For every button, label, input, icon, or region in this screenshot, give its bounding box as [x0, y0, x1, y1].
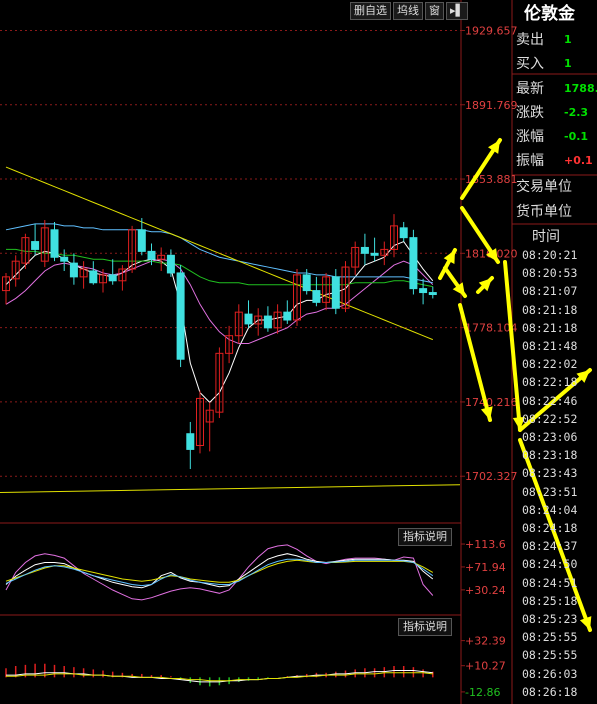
quote-row: 涨跌 -2.3 [514, 101, 597, 125]
candle-down [331, 276, 340, 309]
quote-value: +0.1 [564, 154, 593, 167]
candle-down [263, 315, 272, 329]
quote-value: -0.1 [564, 130, 589, 143]
tick-time: 08:20:21 [522, 248, 578, 262]
tick-time: 08:24:37 [522, 539, 578, 554]
y-tick-label: 1929.657 [465, 24, 518, 37]
candle-down [283, 311, 292, 321]
tick-time: 08:24:51 [522, 575, 578, 590]
tick-time: 08:21:48 [522, 339, 578, 353]
tick-time: 08:23:18 [522, 448, 578, 463]
quote-row: 卖出 1 [514, 28, 597, 52]
candle-down [186, 433, 195, 450]
tick-time: 08:26:18 [522, 684, 578, 699]
chart-canvas[interactable]: 1929.6571891.7691853.8811816.0201778.104… [0, 0, 597, 704]
tick-time: 08:26:03 [522, 666, 578, 681]
y-tick-label: +113.6 [465, 538, 506, 551]
quote-row: 振幅 +0.1 [514, 149, 597, 173]
tick-time: 08:25:55 [522, 630, 578, 645]
candle-down [147, 250, 156, 260]
y-tick-label: +71.94 [465, 561, 506, 574]
line-toggle-button[interactable]: 坞线 [393, 2, 423, 20]
instrument-title: 伦敦金 [524, 4, 575, 24]
y-tick-label: +10.27 [465, 660, 506, 673]
tick-time: 08:25:18 [522, 593, 578, 608]
candle-down [60, 256, 69, 262]
window-button[interactable]: 窗 [425, 2, 444, 20]
quote-row: 交易单位 [514, 175, 597, 199]
quote-value: 1 [564, 33, 572, 46]
tick-time: 08:22:52 [522, 411, 578, 426]
indicator-help-button-2[interactable]: 指标说明 [398, 618, 452, 636]
tick-time: 08:22:46 [522, 393, 578, 408]
quote-row: 最新 1788.2 [514, 77, 597, 101]
candle-down [312, 290, 321, 303]
quote-label: 卖出 [516, 32, 544, 48]
toolbar: 删自选 坞线 窗 ▸▌ [350, 2, 468, 20]
candle-down [176, 272, 185, 360]
pin-right-icon[interactable]: ▸▌ [446, 2, 468, 20]
tick-time: 08:21:18 [522, 320, 578, 335]
candle-down [137, 229, 146, 252]
y-tick-label: 1891.769 [465, 99, 518, 112]
quote-row: 涨幅 -0.1 [514, 125, 597, 149]
tick-time: 08:24:18 [522, 521, 578, 535]
tick-time: 08:22:18 [522, 375, 578, 390]
quote-label: 货币单位 [516, 204, 572, 220]
quote-label: 振幅 [516, 153, 544, 169]
tick-time: 08:25:23 [522, 612, 578, 626]
tick-time: 08:24:50 [522, 557, 578, 572]
candle-down [69, 262, 78, 278]
ticks-header: 时间 [532, 229, 560, 245]
tick-time: 08:23:51 [522, 484, 578, 499]
tick-time: 08:21:18 [522, 302, 578, 317]
candle-down [244, 313, 253, 325]
quote-row: 货币单位 [514, 200, 597, 224]
candle-down [409, 237, 418, 290]
quote-label: 涨幅 [516, 129, 544, 145]
tick-time: 08:21:07 [522, 284, 578, 299]
candle-down [108, 274, 117, 282]
candle-down [89, 270, 98, 284]
y-tick-label: +30.24 [465, 584, 506, 597]
trendline [0, 484, 461, 494]
remove-watchlist-button[interactable]: 删自选 [350, 2, 391, 20]
candle-down [360, 246, 369, 254]
quote-value: -2.3 [564, 106, 589, 119]
quote-value: 1 [564, 57, 572, 70]
quote-label: 买入 [516, 56, 544, 72]
y-tick-label: -12.86 [465, 686, 500, 699]
oscillator-line [5, 559, 434, 583]
quote-value: 1788.2 [564, 82, 597, 95]
candle-down [370, 252, 379, 256]
indicator-help-button-1[interactable]: 指标说明 [398, 528, 452, 546]
candle-down [302, 274, 311, 292]
tick-time: 08:23:06 [522, 430, 578, 444]
tick-time: 08:23:43 [522, 466, 578, 481]
tick-time: 08:20:53 [522, 266, 578, 281]
candle-down [399, 227, 408, 239]
chart-stage: 1929.6571891.7691853.8811816.0201778.104… [0, 0, 597, 704]
quote-label: 涨跌 [516, 105, 544, 121]
candle-down [419, 288, 428, 294]
tick-time: 08:22:02 [522, 357, 578, 372]
candle-down [50, 229, 59, 258]
candle-down [166, 254, 175, 274]
tick-time: 08:25:55 [522, 648, 578, 663]
y-tick-label: +32.39 [465, 635, 506, 648]
quote-label: 交易单位 [516, 179, 572, 195]
oscillator-line [5, 544, 434, 601]
quote-label: 最新 [516, 81, 544, 97]
tick-time: 08:24:04 [522, 502, 578, 517]
y-tick-label: 1702.327 [465, 470, 518, 483]
candle-down [31, 241, 40, 250]
quote-row: 买入 1 [514, 52, 597, 76]
candle-down [428, 292, 437, 296]
